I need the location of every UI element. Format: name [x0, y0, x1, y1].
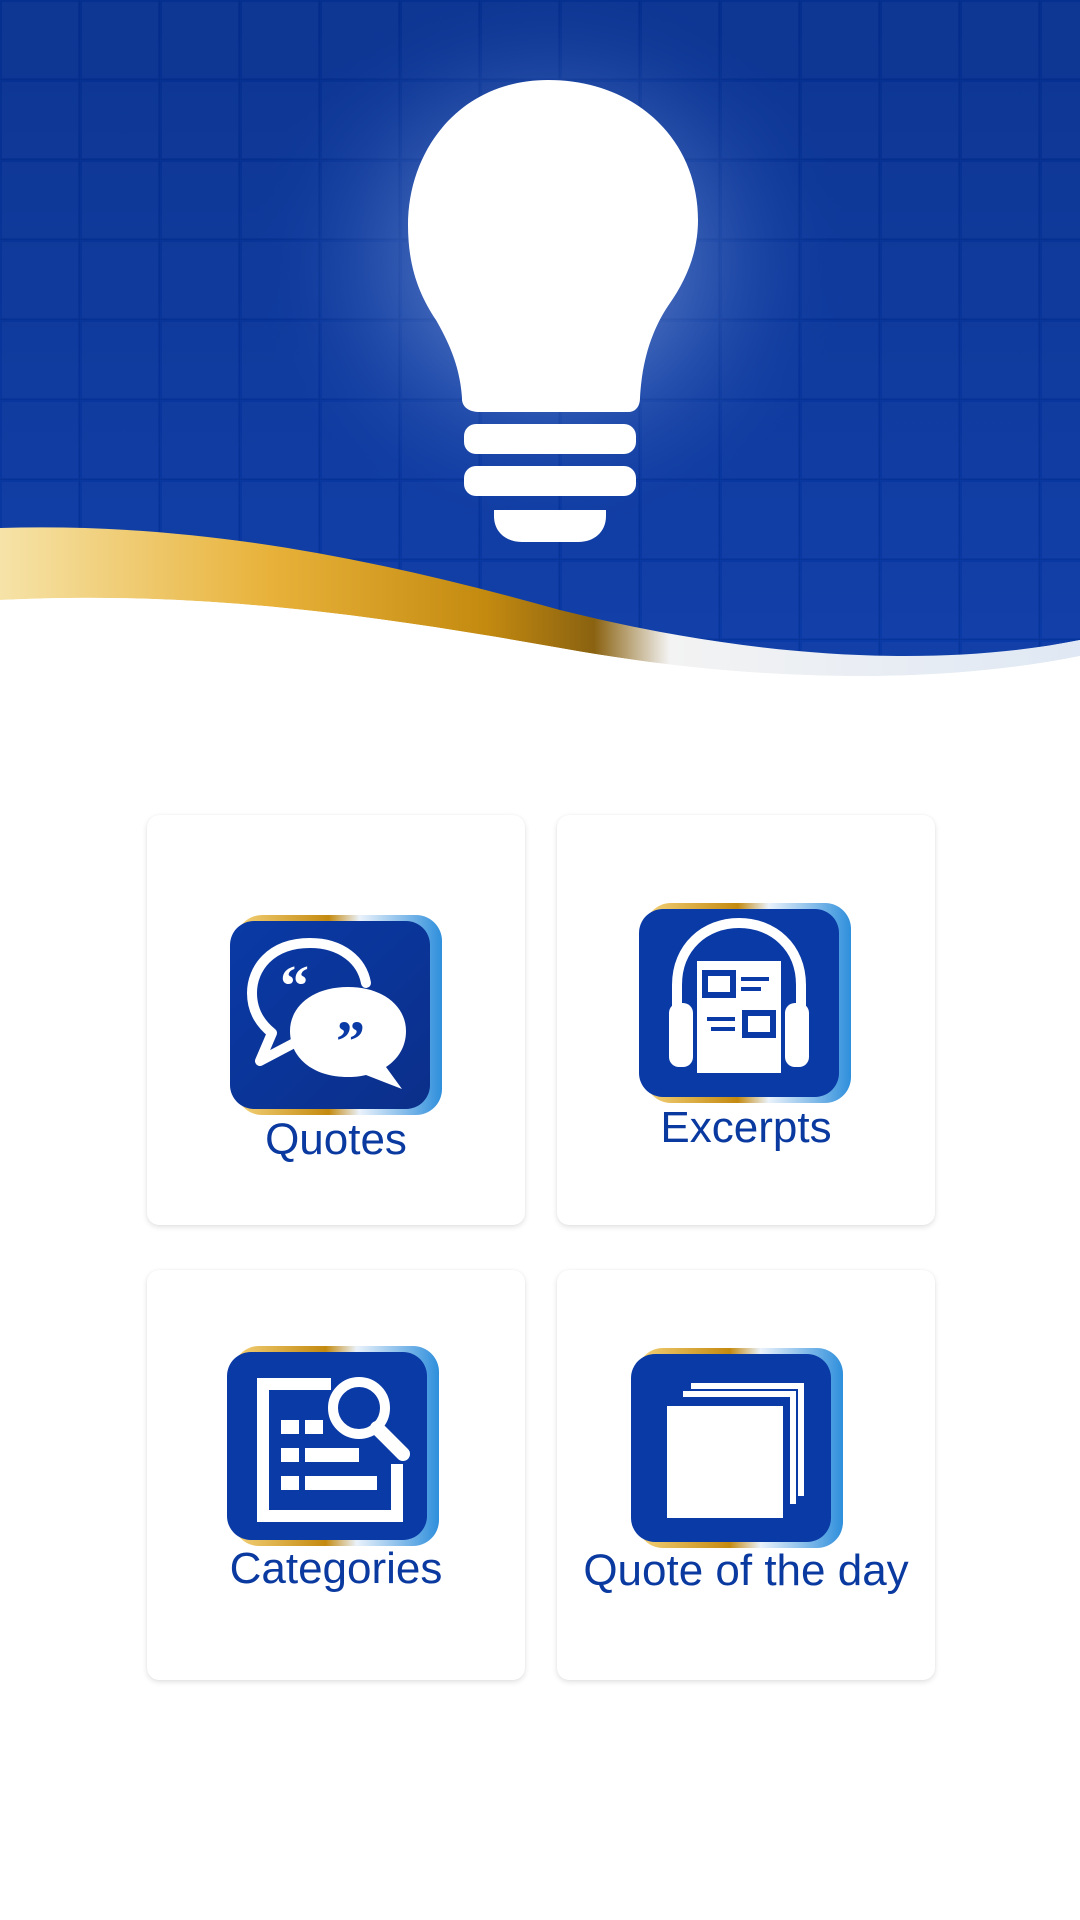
menu-card-excerpts[interactable]: Excerpts [557, 815, 935, 1225]
menu-label-excerpts: Excerpts [660, 1103, 832, 1152]
hero-background [0, 0, 1080, 680]
menu-label-quote-of-the-day: Quote of the day [583, 1546, 909, 1595]
quote-of-the-day-tile[interactable] [631, 1346, 843, 1548]
menu-label-categories: Categories [229, 1544, 443, 1593]
menu-card-quotes[interactable]: “ ” Quotes [147, 815, 525, 1225]
categories-tile[interactable] [227, 1344, 439, 1546]
svg-text:”: ” [336, 1009, 365, 1074]
menu-card-categories[interactable]: Categories [147, 1270, 525, 1680]
hero-header [0, 0, 1080, 680]
menu-card-quote-of-the-day[interactable]: Quote of the day [557, 1270, 935, 1680]
quotes-tile[interactable]: “ ” [230, 913, 442, 1115]
menu-label-quotes: Quotes [265, 1115, 407, 1164]
excerpts-tile[interactable] [639, 901, 851, 1103]
